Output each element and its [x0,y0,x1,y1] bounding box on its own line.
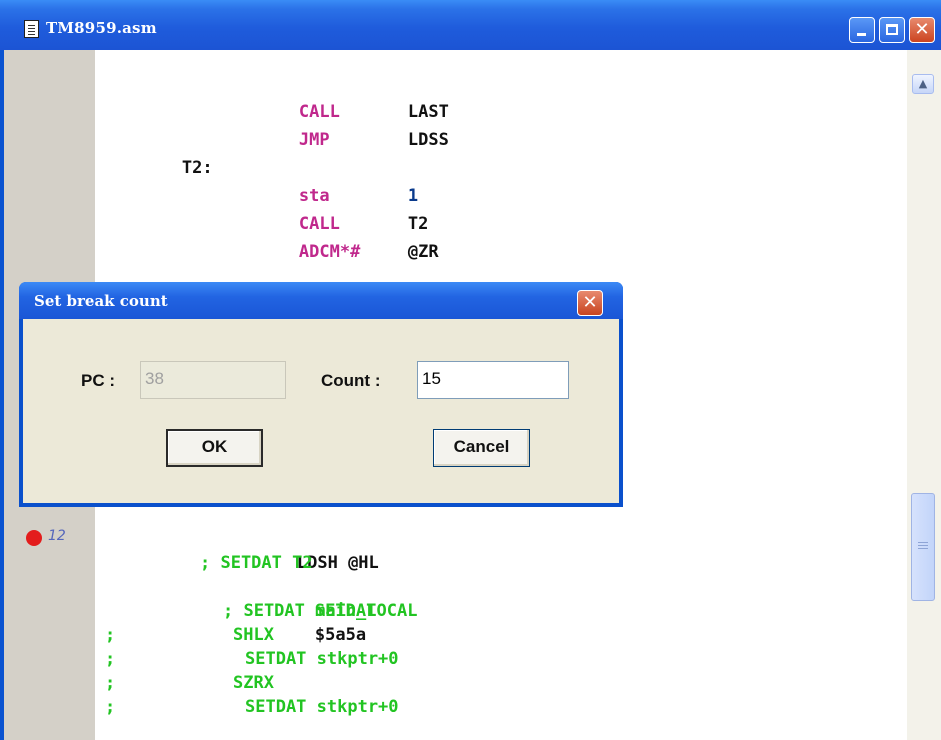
code-comment: SETDAT stkptr+0 [245,649,399,669]
count-field[interactable]: 15 [417,361,569,399]
code-line: CALL [217,188,340,234]
code-line: CALL [217,76,340,122]
close-icon: ✕ [914,19,930,40]
code-comment: ; SETDAT T2 [200,553,313,573]
grip-line [918,548,928,549]
code-comment-prefix: ; [105,625,116,645]
window-titlebar[interactable]: TM8959.asm ✕ [0,0,941,50]
code-line: sta [217,160,330,206]
scroll-up-button[interactable]: ▲ [912,74,934,94]
code-line: T2: [100,132,213,178]
vertical-scrollbar[interactable]: ▲ [907,50,941,740]
code-comment-prefix: ; [105,673,116,693]
dialog-titlebar[interactable]: Set break count ✕ [19,282,623,319]
count-label: Count : [321,371,381,390]
code-line: LAST [326,76,449,122]
code-line: LDSH @HL [215,527,379,573]
document-icon [24,20,39,38]
code-line: 1 [326,160,418,206]
grip-line [918,545,928,546]
code-line: JMP [217,104,330,150]
dialog-close-button[interactable]: ✕ [577,290,603,316]
code-comment: SHLX [233,625,274,645]
code-line: SETDAT $5a5a [233,575,376,645]
maximize-button[interactable] [879,17,905,43]
code-comment: SZRX [233,673,274,693]
code-operand: $5a5a [314,625,367,645]
code-comment: SETDAT stkptr+0 [245,697,399,717]
dialog-title: Set break count [34,292,168,310]
code-comment-prefix: ; [105,697,116,717]
chevron-up-icon: ▲ [918,77,928,90]
breakpoint-line-number: 12 [48,528,66,544]
minimize-button[interactable] [849,17,875,43]
code-comment-prefix: ; [105,649,116,669]
close-icon: ✕ [582,292,598,313]
cancel-button[interactable]: Cancel [433,429,530,467]
code-line: T2 [326,188,428,234]
close-button[interactable]: ✕ [909,17,935,43]
pc-label: PC : [81,371,115,390]
code-label: T2: [181,158,213,178]
code-comment: ; SETDAT main_LOCAL [223,601,418,621]
code-line: @ZR [326,216,439,262]
scroll-thumb[interactable] [911,493,935,601]
set-break-count-dialog: Set break count ✕ PC : 38 Count : 15 OK … [19,282,623,507]
code-operand: LDSS [407,130,449,150]
code-opcode: JMP [298,130,330,150]
breakpoint-icon[interactable] [26,530,42,546]
window-title: TM8959.asm [46,19,157,37]
pc-field: 38 [140,361,286,399]
ok-button[interactable]: OK [166,429,263,467]
code-line: LDSS [326,104,449,150]
maximize-icon [886,24,898,35]
code-operand: @ZR [407,242,439,262]
minimize-icon [857,33,866,36]
grip-icon [918,542,928,543]
dialog-body: PC : 38 Count : 15 OK Cancel [23,319,619,503]
